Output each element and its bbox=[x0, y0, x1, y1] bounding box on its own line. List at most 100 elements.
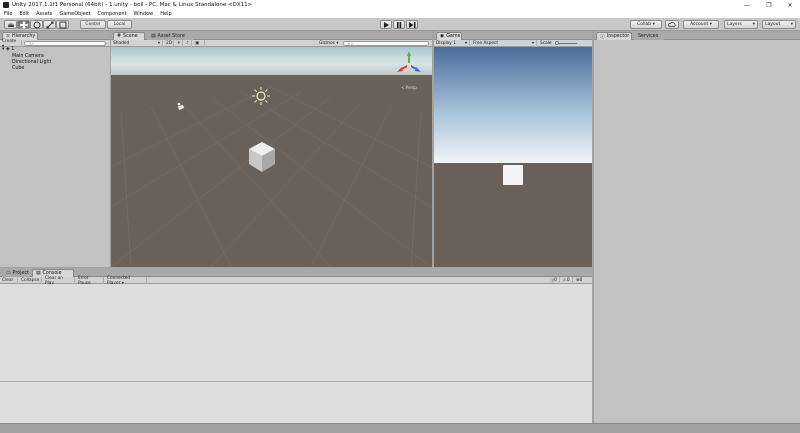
hierarchy-item-main-camera[interactable]: Main Camera bbox=[12, 54, 44, 59]
audio-toggle-icon[interactable]: ♪ bbox=[184, 40, 192, 47]
warning-count: 0 bbox=[566, 278, 570, 283]
dropdown-arrow-icon: ▾ bbox=[790, 22, 793, 27]
shading-label: Shaded bbox=[113, 41, 130, 46]
store-icon: ▤ bbox=[151, 34, 156, 39]
menu-bar: File Edit Assets GameObject Component Wi… bbox=[0, 10, 800, 18]
tab-game[interactable]: ◉ Game bbox=[436, 32, 462, 40]
move-tool-button[interactable] bbox=[17, 20, 30, 29]
inspector-body bbox=[594, 40, 800, 423]
console-clear-on-play-toggle[interactable]: Clear on Play bbox=[43, 276, 75, 286]
rotate-tool-button[interactable] bbox=[30, 20, 43, 29]
step-button[interactable] bbox=[406, 20, 418, 29]
search-placeholder: All bbox=[348, 41, 353, 46]
step-icon bbox=[408, 21, 415, 28]
rect-tool-button[interactable] bbox=[56, 20, 69, 29]
layout-dropdown[interactable]: Layout ▾ bbox=[762, 20, 796, 29]
play-button[interactable] bbox=[380, 20, 392, 29]
scale-slider-track[interactable] bbox=[554, 41, 577, 45]
main-toolbar: Center Local Collab ▾ Account ▾ Layers ▾ … bbox=[0, 18, 800, 31]
pause-button[interactable] bbox=[393, 20, 405, 29]
lighting-toggle-icon[interactable]: ☀ bbox=[175, 40, 183, 47]
scale-slider-thumb[interactable] bbox=[554, 41, 559, 45]
pivot-toggle-button[interactable]: Center bbox=[80, 20, 106, 29]
display-label: Display 1 bbox=[436, 41, 456, 46]
window-titlebar: Unity 2017.1.1f1 Personal (64bit) - 1.un… bbox=[0, 0, 800, 10]
unity-logo-icon bbox=[3, 2, 9, 8]
shading-mode-dropdown[interactable]: Shaded ▾ bbox=[111, 40, 163, 47]
inspector-tab-label: Inspector bbox=[606, 34, 630, 39]
dropdown-arrow-icon: ▾ bbox=[464, 41, 467, 46]
layers-label: Layers bbox=[727, 22, 742, 27]
game-controller-icon: ◉ bbox=[440, 34, 445, 39]
tab-scene[interactable]: # Scene bbox=[113, 32, 145, 40]
space-toggle-button[interactable]: Local bbox=[107, 20, 132, 29]
scene-search-input[interactable]: All bbox=[343, 41, 429, 46]
console-clear-button[interactable]: Clear bbox=[0, 277, 18, 284]
triangle-down-icon: ▾ bbox=[2, 47, 5, 52]
gizmos-label: Gizmos ▾ bbox=[319, 41, 339, 46]
minimize-button[interactable]: — bbox=[738, 0, 756, 10]
persp-label: < Persp bbox=[401, 85, 417, 90]
close-button[interactable]: ✕ bbox=[781, 0, 799, 10]
hierarchy-item-cube[interactable]: Cube bbox=[12, 66, 24, 71]
account-dropdown[interactable]: Account ▾ bbox=[683, 20, 719, 29]
maximize-button[interactable]: ❐ bbox=[760, 0, 778, 10]
tab-services[interactable]: Services bbox=[634, 32, 664, 40]
scale-tool-button[interactable] bbox=[43, 20, 56, 29]
console-error-toggle[interactable]: ⊗ 0 bbox=[574, 277, 588, 284]
menu-assets[interactable]: Assets bbox=[36, 11, 52, 17]
console-log-toggle[interactable]: ⓘ 0 bbox=[548, 277, 560, 284]
game-render bbox=[434, 47, 592, 267]
inspector-tabbar: ⓘ Inspector Services bbox=[594, 31, 800, 40]
scene-viewport[interactable]: < Persp bbox=[111, 47, 432, 267]
console-warning-toggle[interactable]: ⚠ 0 bbox=[561, 277, 573, 284]
scale-label: Scale bbox=[540, 41, 552, 46]
menu-edit[interactable]: Edit bbox=[19, 11, 29, 17]
connected-player-dropdown[interactable]: Connected Player ▾ bbox=[105, 276, 147, 286]
console-log-area[interactable] bbox=[0, 284, 592, 423]
cloud-button[interactable] bbox=[665, 20, 679, 29]
tab-asset-store[interactable]: ▤ Asset Store bbox=[147, 32, 193, 40]
cloud-icon bbox=[668, 22, 676, 27]
aspect-dropdown[interactable]: Free Aspect ▾ bbox=[471, 40, 537, 47]
aspect-label: Free Aspect bbox=[473, 41, 499, 46]
collab-label: Collab ▾ bbox=[637, 22, 655, 27]
hierarchy-tree: ▾ ◈ 1 Main Camera Directional Light Cube bbox=[0, 47, 110, 267]
collab-button[interactable]: Collab ▾ bbox=[630, 20, 662, 29]
pivot-label: Center bbox=[85, 22, 101, 27]
scene-root-row[interactable]: ▾ ◈ 1 bbox=[2, 47, 14, 52]
hand-icon bbox=[7, 21, 14, 27]
2d-toggle[interactable]: 2D bbox=[164, 40, 174, 47]
hand-tool-button[interactable] bbox=[4, 20, 17, 29]
menu-component[interactable]: Component bbox=[98, 11, 127, 17]
project-tab-label: Project bbox=[12, 271, 29, 276]
error-count: 0 bbox=[579, 278, 583, 283]
search-placeholder: All bbox=[29, 41, 34, 46]
scale-slider[interactable]: Scale bbox=[538, 40, 586, 47]
layers-dropdown[interactable]: Layers ▾ bbox=[724, 20, 758, 29]
effects-dropdown-icon[interactable]: ▣ bbox=[193, 40, 205, 47]
scene-tabbar: # Scene ▤ Asset Store bbox=[111, 31, 432, 40]
game-viewport[interactable] bbox=[434, 47, 592, 267]
menu-gameobject[interactable]: GameObject bbox=[59, 11, 90, 17]
menu-file[interactable]: File bbox=[4, 11, 12, 17]
console-collapse-toggle[interactable]: Collapse bbox=[19, 277, 42, 284]
console-splitter[interactable] bbox=[0, 381, 592, 382]
scene-subbar: Shaded ▾ 2D ☀ ♪ ▣ Gizmos ▾ All bbox=[111, 40, 432, 47]
scene-render: < Persp bbox=[111, 47, 432, 267]
gizmos-dropdown[interactable]: Gizmos ▾ bbox=[317, 40, 341, 47]
2d-label: 2D bbox=[166, 41, 173, 46]
hierarchy-search-input[interactable]: All bbox=[24, 41, 106, 46]
hierarchy-create-button[interactable]: Create ▾ bbox=[0, 39, 22, 49]
dropdown-arrow-icon: ▾ bbox=[531, 41, 534, 46]
pause-icon bbox=[397, 21, 402, 28]
menu-help[interactable]: Help bbox=[160, 11, 171, 17]
console-toolbar: Clear Collapse Clear on Play Error Pause… bbox=[0, 276, 592, 286]
game-cube bbox=[503, 165, 523, 185]
display-dropdown[interactable]: Display 1 ▾ bbox=[434, 40, 470, 47]
tab-project[interactable]: ▭ Project bbox=[2, 269, 30, 277]
console-error-pause-toggle[interactable]: Error Pause bbox=[76, 276, 104, 286]
menu-window[interactable]: Window bbox=[134, 11, 154, 17]
hierarchy-item-directional-light[interactable]: Directional Light bbox=[12, 60, 51, 65]
tab-inspector[interactable]: ⓘ Inspector bbox=[596, 32, 632, 40]
